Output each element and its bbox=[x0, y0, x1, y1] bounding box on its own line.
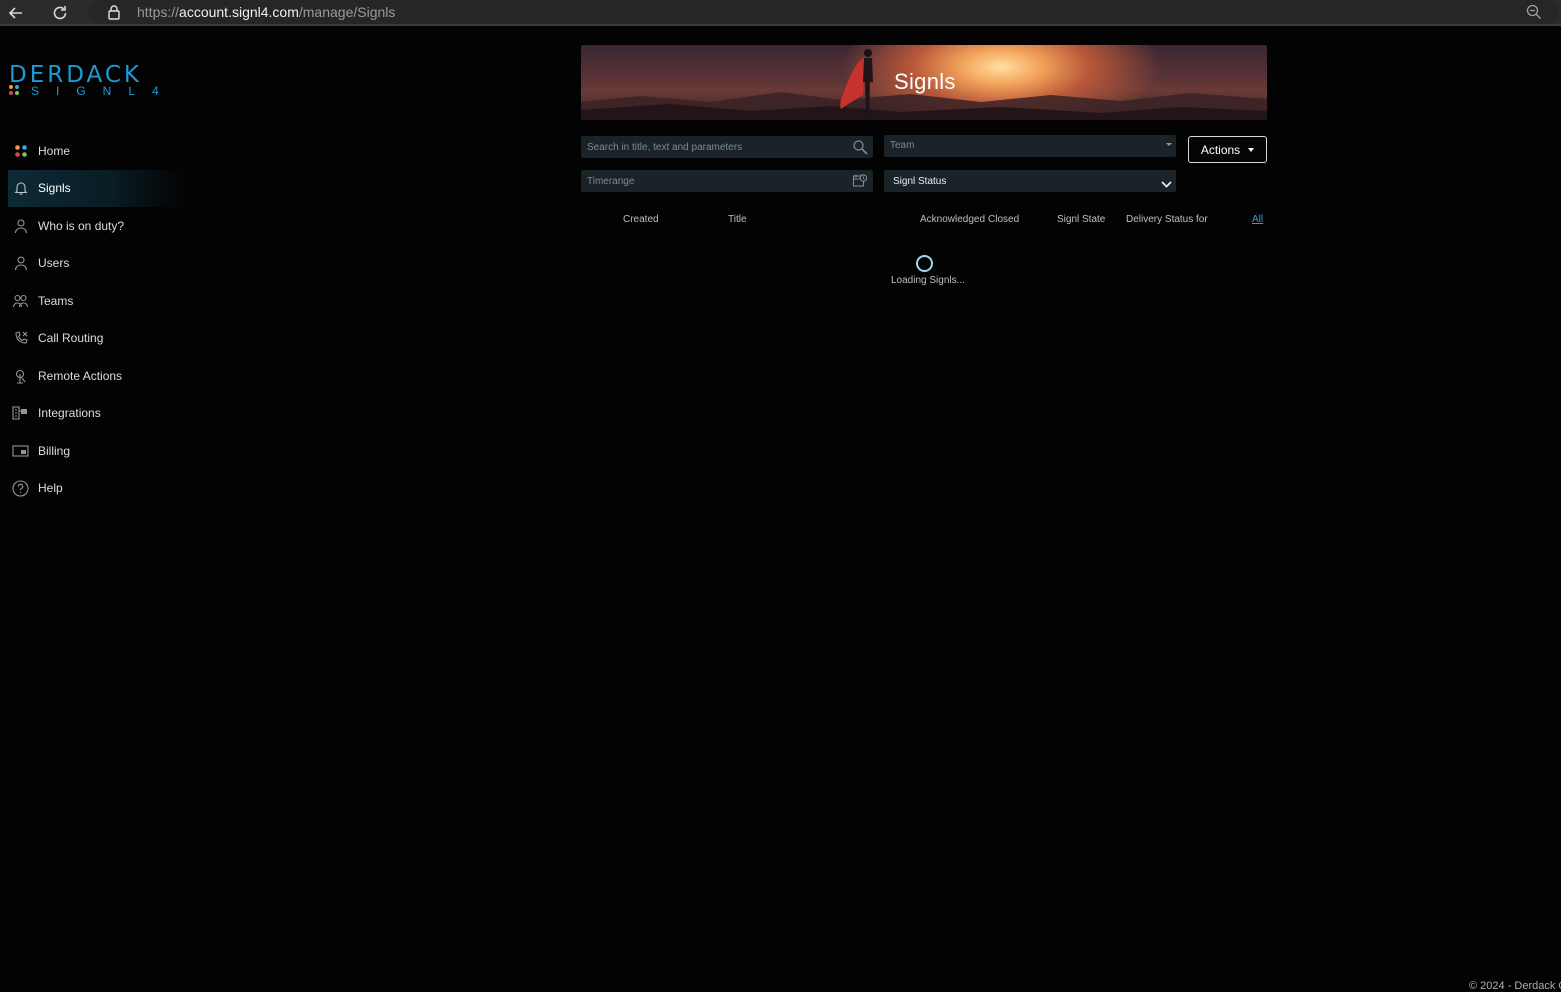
page-title: Signls bbox=[894, 69, 956, 94]
reload-icon[interactable] bbox=[50, 3, 70, 23]
sidebar-item-help[interactable]: Help bbox=[8, 470, 183, 508]
actions-dropdown-button[interactable]: Actions bbox=[1188, 136, 1267, 163]
url-host: account.signl4.com bbox=[179, 4, 299, 20]
column-header-closed[interactable]: Closed bbox=[988, 214, 1019, 225]
sidebar-item-remote-actions[interactable]: Remote Actions bbox=[8, 357, 183, 395]
sidebar-item-call-routing[interactable]: Call Routing bbox=[8, 320, 183, 358]
integrations-icon bbox=[12, 405, 29, 422]
sidebar-item-label: Signls bbox=[38, 181, 71, 196]
caret-down-icon bbox=[1248, 147, 1255, 152]
sidebar-item-billing[interactable]: Billing bbox=[8, 432, 183, 470]
delivery-status-all-link[interactable]: All bbox=[1252, 214, 1263, 225]
home-grid-icon bbox=[12, 142, 29, 159]
search-input[interactable] bbox=[581, 136, 873, 158]
sidebar-item-label: Home bbox=[38, 143, 71, 158]
sidebar-item-label: Teams bbox=[38, 293, 74, 308]
logo-subtitle: SIGNL4 bbox=[31, 84, 176, 98]
sidebar-item-teams[interactable]: Teams bbox=[8, 282, 183, 320]
help-icon bbox=[12, 480, 29, 497]
column-header-signl-state[interactable]: Signl State bbox=[1057, 214, 1105, 225]
team-select[interactable]: Team bbox=[884, 135, 1176, 157]
url-text[interactable]: https://account.signl4.com/manage/Signls bbox=[137, 4, 395, 20]
url-prefix: https:// bbox=[137, 4, 180, 20]
sidebar-item-users[interactable]: Users bbox=[8, 245, 183, 283]
sidebar-item-integrations[interactable]: Integrations bbox=[8, 395, 183, 433]
url-path: /manage/Signls bbox=[298, 4, 396, 20]
caret-down-icon[interactable] bbox=[1166, 143, 1172, 146]
sidebar-item-label: Users bbox=[38, 256, 70, 271]
sidebar-item-label: Help bbox=[38, 481, 63, 496]
back-arrow-icon[interactable] bbox=[6, 3, 26, 23]
search-icon[interactable] bbox=[852, 139, 868, 155]
teams-icon bbox=[12, 292, 29, 309]
billing-icon bbox=[12, 442, 29, 459]
sidebar-item-label: Integrations bbox=[38, 406, 101, 421]
signl-status-select[interactable]: Signl Status bbox=[884, 170, 1176, 192]
bell-icon bbox=[12, 180, 29, 197]
timerange-input[interactable] bbox=[581, 170, 873, 192]
logo-dots-icon bbox=[9, 85, 21, 97]
hero-figure-image bbox=[840, 49, 873, 120]
lock-icon bbox=[106, 4, 122, 20]
sidebar-item-label: Billing bbox=[38, 443, 71, 458]
actions-label: Actions bbox=[1200, 142, 1241, 157]
page-header-banner: Signls bbox=[581, 45, 1267, 120]
sidebar-item-label: Who is on duty? bbox=[38, 218, 125, 233]
signl-status-selected: Signl Status bbox=[893, 176, 947, 187]
calendar-clock-icon[interactable] bbox=[852, 173, 868, 189]
logo-wordmark: DERDACK bbox=[9, 62, 143, 88]
column-header-acknowledged[interactable]: Acknowledged bbox=[920, 214, 985, 225]
sidebar-item-who-is-on-duty[interactable]: Who is on duty? bbox=[8, 207, 183, 245]
sidebar-item-label: Call Routing bbox=[38, 331, 104, 346]
loading-text: Loading Signls... bbox=[891, 275, 965, 286]
browser-toolbar: https://account.signl4.com/manage/Signls bbox=[0, 0, 1561, 26]
team-select-placeholder: Team bbox=[890, 140, 915, 151]
sidebar-item-signls[interactable]: Signls bbox=[8, 169, 183, 207]
remote-actions-icon bbox=[12, 367, 29, 384]
user-icon bbox=[12, 255, 29, 272]
call-routing-icon bbox=[12, 330, 29, 347]
sidebar-item-home[interactable]: Home bbox=[8, 132, 183, 170]
column-header-created[interactable]: Created bbox=[623, 214, 659, 225]
sidebar-nav: Home Signls Who is on duty? Users Teams … bbox=[8, 132, 183, 507]
zoom-out-icon[interactable] bbox=[1525, 3, 1543, 21]
user-duty-icon bbox=[12, 217, 29, 234]
loading-spinner-icon bbox=[916, 255, 933, 272]
column-header-delivery-status: Delivery Status for bbox=[1126, 214, 1208, 225]
column-header-title[interactable]: Title bbox=[728, 214, 747, 225]
sidebar-item-label: Remote Actions bbox=[38, 368, 123, 383]
derdack-signl4-logo[interactable]: DERDACK SIGNL4 bbox=[9, 62, 159, 100]
chevron-down-icon[interactable] bbox=[1161, 176, 1172, 188]
footer-copyright: © 2024 - Derdack G bbox=[1469, 980, 1561, 992]
